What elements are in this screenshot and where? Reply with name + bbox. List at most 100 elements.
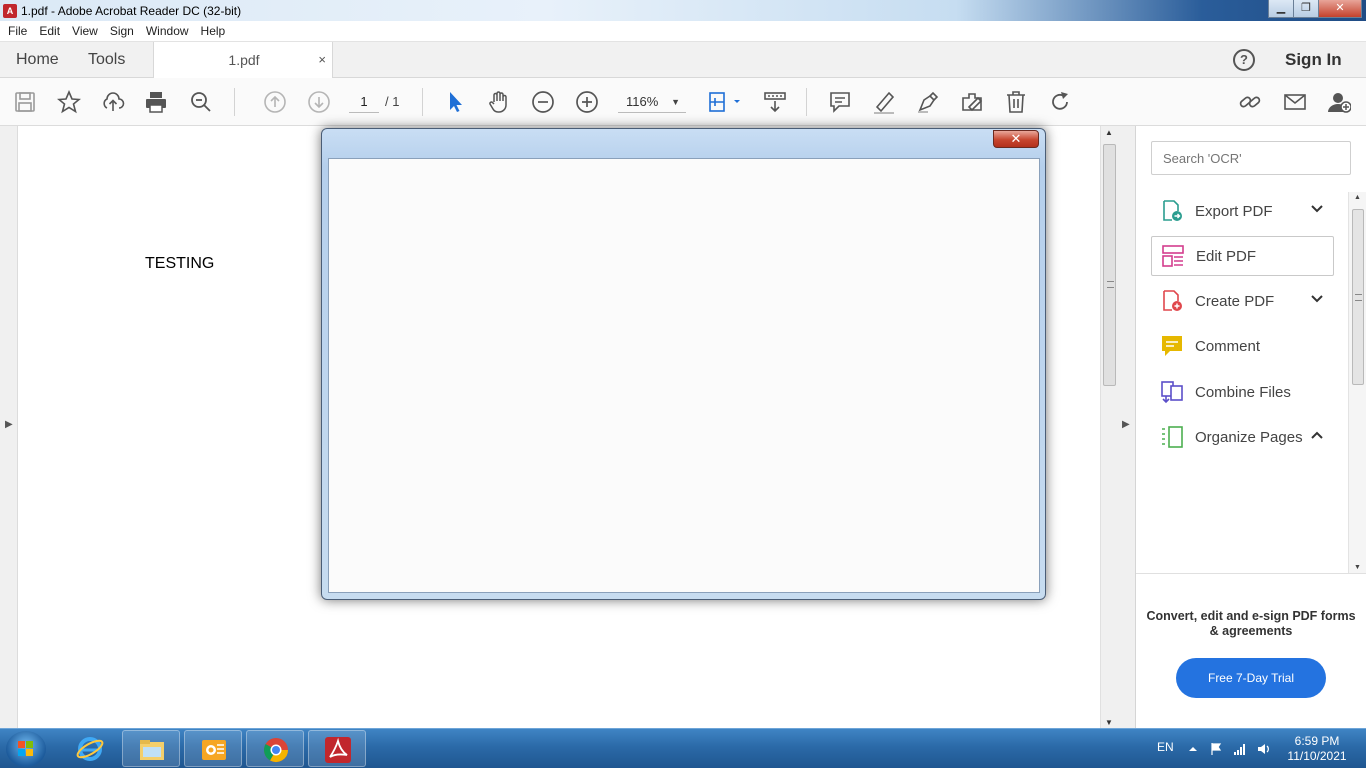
scroll-mode-icon[interactable] [763, 90, 787, 114]
close-tab-icon[interactable]: × [318, 52, 326, 67]
highlight-pen-icon[interactable] [872, 90, 896, 114]
tool-edit-pdf[interactable]: Edit PDF [1151, 236, 1334, 276]
delete-trash-icon[interactable] [1004, 90, 1028, 114]
dialog-close-button[interactable]: ✕ [993, 130, 1039, 148]
create-pdf-icon [1163, 290, 1182, 311]
menu-file[interactable]: File [2, 24, 33, 38]
add-user-icon[interactable] [1327, 90, 1352, 114]
tab-home[interactable]: Home [16, 42, 59, 78]
rotate-icon[interactable] [1048, 90, 1072, 114]
tool-combine-files[interactable]: Combine Files [1151, 372, 1334, 412]
tool-label: Combine Files [1195, 383, 1291, 401]
language-indicator[interactable]: EN [1157, 740, 1174, 754]
left-pane-toggle[interactable]: ▶ [0, 126, 18, 729]
email-icon[interactable] [1283, 90, 1307, 114]
upload-cloud-icon[interactable] [101, 90, 125, 114]
scroll-thumb[interactable] [1352, 209, 1364, 385]
right-pane-toggle[interactable]: ▶ [1117, 126, 1136, 729]
tool-export-pdf[interactable]: Export PDF [1151, 191, 1334, 231]
tab-tools[interactable]: Tools [88, 42, 125, 78]
promo-panel: Convert, edit and e-sign PDF forms & agr… [1136, 573, 1366, 729]
blank-dialog-window[interactable]: ✕ [321, 128, 1046, 600]
clock-time: 6:59 PM [1294, 734, 1340, 748]
minimize-button[interactable]: ▁ [1268, 0, 1294, 18]
comment-tool-icon[interactable] [828, 90, 852, 114]
close-window-button[interactable]: ✕ [1318, 0, 1362, 18]
toolbar: 1 / 1 116% ▼ [0, 78, 1366, 126]
previous-page-icon[interactable] [263, 90, 287, 114]
scroll-up-icon[interactable]: ▲ [1105, 128, 1113, 137]
share-link-icon[interactable] [1238, 90, 1262, 114]
scroll-thumb[interactable] [1103, 144, 1116, 386]
hand-tool-icon[interactable] [487, 90, 511, 114]
taskbar-internet-explorer[interactable] [61, 730, 119, 767]
outlook-icon [202, 740, 226, 760]
zoom-in-icon[interactable] [575, 90, 599, 114]
window-title: 1.pdf - Adobe Acrobat Reader DC (32-bit) [21, 3, 242, 18]
tool-label: Edit PDF [1196, 247, 1257, 265]
page-number-input[interactable]: 1 [349, 91, 379, 113]
chevron-down-icon[interactable] [1310, 292, 1324, 306]
tool-label: Export PDF [1195, 202, 1273, 220]
taskbar-chrome[interactable] [246, 730, 304, 767]
expand-left-pane-icon[interactable]: ▶ [5, 419, 13, 430]
document-scrollbar[interactable]: ▲ ▼ [1100, 126, 1117, 729]
windows-logo-icon [18, 741, 33, 756]
menu-edit[interactable]: Edit [33, 24, 66, 38]
collapse-right-pane-icon[interactable]: ▶ [1122, 419, 1130, 430]
save-icon[interactable] [13, 90, 37, 114]
scroll-down-icon[interactable]: ▼ [1354, 564, 1361, 571]
volume-icon[interactable] [1257, 742, 1271, 756]
menu-help[interactable]: Help [195, 24, 232, 38]
edit-tool-icon[interactable] [960, 90, 984, 114]
action-center-flag-icon[interactable] [1209, 742, 1223, 756]
export-pdf-icon [1163, 200, 1182, 221]
tab-document[interactable]: 1.pdf × [153, 42, 333, 79]
scroll-up-icon[interactable]: ▲ [1354, 194, 1361, 201]
document-tab-label: 1.pdf [228, 52, 260, 68]
search-tools-input[interactable] [1151, 141, 1351, 175]
taskbar-acrobat[interactable] [308, 730, 366, 767]
sign-pen-icon[interactable] [916, 90, 940, 114]
window-titlebar[interactable]: A 1.pdf - Adobe Acrobat Reader DC (32-bi… [0, 0, 1366, 21]
combine-files-icon [1161, 381, 1183, 404]
edit-pdf-icon [1162, 245, 1184, 267]
select-cursor-icon[interactable] [443, 90, 467, 114]
bookmark-star-icon[interactable] [56, 89, 82, 114]
tool-organize-pages[interactable]: Organize Pages [1151, 417, 1334, 457]
page-text: TESTING [145, 255, 215, 272]
tool-comment[interactable]: Comment [1151, 326, 1334, 366]
acrobat-icon [325, 737, 351, 763]
scroll-down-icon[interactable]: ▼ [1105, 718, 1113, 727]
windows-taskbar: EN 6:59 PM 11/10/2021 [0, 728, 1366, 768]
tools-pane-scrollbar[interactable]: ▲ ▼ [1348, 192, 1366, 573]
free-trial-button[interactable]: Free 7-Day Trial [1176, 658, 1326, 698]
zoom-out-icon[interactable] [531, 90, 555, 114]
tab-bar: Home Tools 1.pdf × ? Sign In [0, 42, 1366, 79]
maximize-button[interactable]: ❐ [1293, 0, 1319, 18]
acrobat-app-icon: A [3, 3, 17, 18]
start-button[interactable] [6, 731, 46, 767]
sign-in-button[interactable]: Sign In [1285, 42, 1342, 78]
network-signal-icon[interactable] [1233, 742, 1247, 756]
menu-sign[interactable]: Sign [104, 24, 140, 38]
toolbar-separator [422, 88, 423, 116]
zoom-search-icon[interactable] [189, 90, 213, 114]
toolbar-separator [234, 88, 235, 116]
page-display-icon[interactable] [707, 90, 743, 114]
taskbar-file-explorer[interactable] [122, 730, 180, 767]
system-clock[interactable]: 6:59 PM 11/10/2021 [1282, 734, 1352, 764]
print-icon[interactable] [144, 90, 168, 114]
tool-create-pdf[interactable]: Create PDF [1151, 281, 1334, 321]
help-icon[interactable]: ? [1233, 49, 1255, 71]
taskbar-outlook[interactable] [184, 730, 242, 767]
zoom-level-select[interactable]: 116% ▼ [618, 91, 686, 113]
show-hidden-icons-icon[interactable] [1186, 742, 1200, 756]
dialog-content[interactable] [328, 158, 1040, 593]
menu-window[interactable]: Window [140, 24, 195, 38]
chevron-down-icon[interactable] [1310, 202, 1324, 216]
next-page-icon[interactable] [307, 90, 331, 114]
chevron-up-icon[interactable] [1310, 428, 1324, 442]
menu-view[interactable]: View [66, 24, 104, 38]
tool-label: Comment [1195, 337, 1261, 355]
